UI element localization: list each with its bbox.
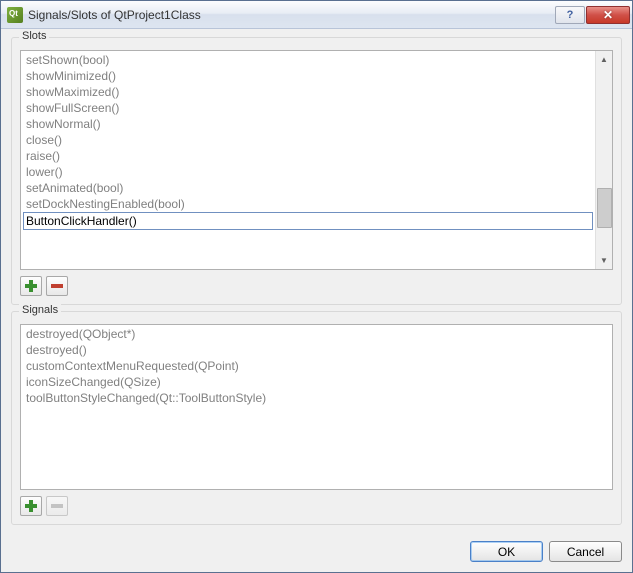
- ok-button[interactable]: OK: [470, 541, 543, 562]
- add-signal-button[interactable]: [20, 496, 42, 516]
- scroll-track[interactable]: [596, 68, 612, 252]
- slots-list-content: setShown(bool) showMinimized() showMaxim…: [21, 51, 595, 269]
- list-item[interactable]: showNormal(): [23, 116, 593, 132]
- list-item[interactable]: destroyed(): [23, 342, 610, 358]
- signals-label: Signals: [19, 304, 61, 316]
- list-item[interactable]: destroyed(QObject*): [23, 326, 610, 342]
- app-icon: [7, 7, 23, 23]
- close-button[interactable]: ✕: [586, 6, 630, 24]
- list-item[interactable]: raise(): [23, 148, 593, 164]
- slots-group: Slots setShown(bool) showMinimized() sho…: [11, 37, 622, 305]
- list-item[interactable]: toolButtonStyleChanged(Qt::ToolButtonSty…: [23, 390, 610, 406]
- slots-scrollbar[interactable]: ▲ ▼: [595, 51, 612, 269]
- scroll-thumb[interactable]: [597, 188, 612, 228]
- titlebar-buttons: ? ✕: [554, 6, 630, 24]
- list-item[interactable]: setDockNestingEnabled(bool): [23, 196, 593, 212]
- list-item[interactable]: close(): [23, 132, 593, 148]
- signals-list-content: destroyed(QObject*) destroyed() customCo…: [21, 325, 612, 489]
- help-button[interactable]: ?: [555, 6, 585, 24]
- list-item[interactable]: setShown(bool): [23, 52, 593, 68]
- list-item[interactable]: showFullScreen(): [23, 100, 593, 116]
- slots-listbox[interactable]: setShown(bool) showMinimized() showMaxim…: [20, 50, 613, 270]
- slot-edit-input[interactable]: [23, 212, 593, 230]
- plus-icon: [25, 280, 37, 292]
- slots-label: Slots: [19, 30, 49, 42]
- minus-icon: [51, 284, 63, 288]
- cancel-button[interactable]: Cancel: [549, 541, 622, 562]
- dialog-window: Signals/Slots of QtProject1Class ? ✕ Slo…: [0, 0, 633, 573]
- list-item[interactable]: setAnimated(bool): [23, 180, 593, 196]
- slots-toolbar: [20, 276, 613, 296]
- signals-listbox[interactable]: destroyed(QObject*) destroyed() customCo…: [20, 324, 613, 490]
- list-item[interactable]: iconSizeChanged(QSize): [23, 374, 610, 390]
- scroll-down-icon[interactable]: ▼: [596, 252, 612, 269]
- dialog-button-row: OK Cancel: [1, 533, 632, 572]
- list-item[interactable]: customContextMenuRequested(QPoint): [23, 358, 610, 374]
- scroll-up-icon[interactable]: ▲: [596, 51, 612, 68]
- signals-group: Signals destroyed(QObject*) destroyed() …: [11, 311, 622, 525]
- minus-icon: [51, 504, 63, 508]
- titlebar[interactable]: Signals/Slots of QtProject1Class ? ✕: [1, 1, 632, 29]
- list-item[interactable]: showMaximized(): [23, 84, 593, 100]
- plus-icon: [25, 500, 37, 512]
- remove-signal-button: [46, 496, 68, 516]
- close-icon: ✕: [603, 8, 613, 22]
- list-item[interactable]: lower(): [23, 164, 593, 180]
- list-item[interactable]: showMinimized(): [23, 68, 593, 84]
- add-slot-button[interactable]: [20, 276, 42, 296]
- dialog-body: Slots setShown(bool) showMinimized() sho…: [1, 29, 632, 533]
- window-title: Signals/Slots of QtProject1Class: [28, 8, 554, 22]
- signals-toolbar: [20, 496, 613, 516]
- remove-slot-button[interactable]: [46, 276, 68, 296]
